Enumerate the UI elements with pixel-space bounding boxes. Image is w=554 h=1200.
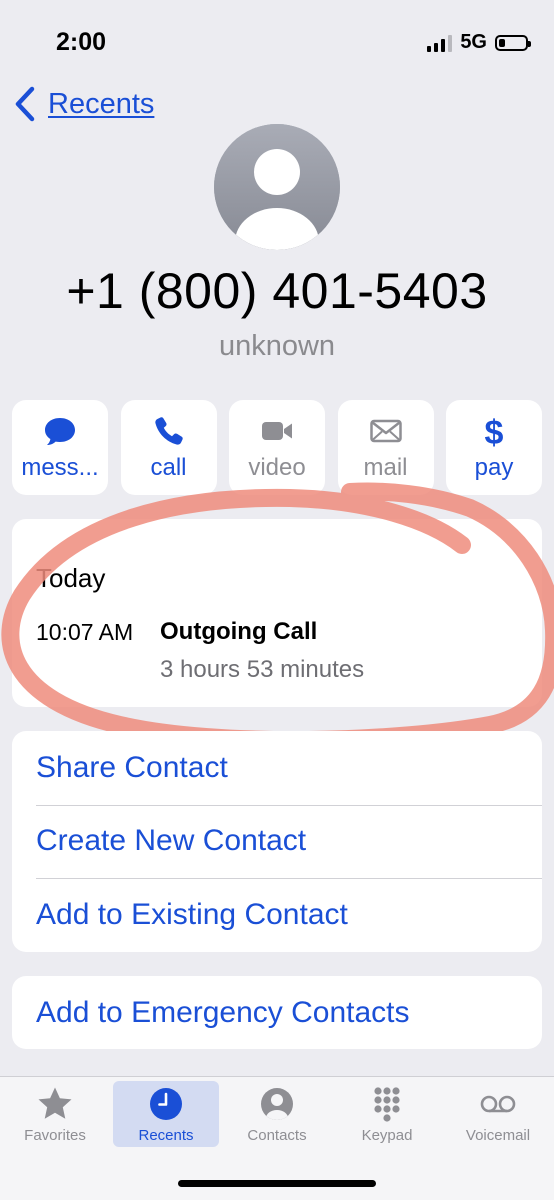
back-button[interactable]: Recents xyxy=(12,84,154,124)
contact-options: Share Contact Create New Contact Add to … xyxy=(12,731,542,952)
call-button[interactable]: call xyxy=(120,400,217,495)
star-icon xyxy=(38,1087,72,1119)
contact-avatar xyxy=(214,124,340,250)
call-day: Today xyxy=(36,563,106,593)
create-new-contact-button[interactable]: Create New Contact xyxy=(12,804,542,879)
status-time: 2:00 xyxy=(56,28,107,56)
quick-actions: mess... call video mail $ pay xyxy=(12,400,542,495)
mail-button[interactable]: mail xyxy=(337,400,434,495)
pay-button[interactable]: $ pay xyxy=(446,400,542,495)
add-to-emergency-contacts-button[interactable]: Add to Emergency Contacts xyxy=(12,976,542,1049)
phone-number: +1 (800) 401-5403 xyxy=(66,263,488,319)
tab-keypad[interactable]: Keypad xyxy=(334,1081,440,1147)
dollar-icon: $ xyxy=(485,414,504,448)
tab-voicemail[interactable]: Voicemail xyxy=(445,1081,551,1147)
envelope-icon xyxy=(369,419,402,443)
message-button[interactable]: mess... xyxy=(12,400,108,495)
add-to-existing-contact-button[interactable]: Add to Existing Contact xyxy=(12,878,542,952)
cellular-signal-icon xyxy=(427,34,453,52)
battery-icon xyxy=(495,34,531,51)
contact-detail-screen: 2:00 5G Recents +1 (800) 401-5403 unknow… xyxy=(0,0,554,1200)
tab-recents[interactable]: Recents xyxy=(113,1081,219,1147)
call-duration: 3 hours 53 minutes xyxy=(160,656,365,683)
home-indicator[interactable] xyxy=(178,1180,376,1187)
clock-icon xyxy=(150,1088,182,1120)
tab-contacts[interactable]: Contacts xyxy=(224,1081,330,1147)
recent-call-card: Today 10:07 AM Outgoing Call 3 hours 53 … xyxy=(12,519,542,707)
person-silhouette-icon xyxy=(214,124,340,250)
voicemail-icon xyxy=(480,1095,516,1113)
keypad-icon xyxy=(374,1087,400,1122)
tab-favorites[interactable]: Favorites xyxy=(2,1081,108,1147)
caller-label: unknown xyxy=(218,330,336,362)
person-circle-icon xyxy=(261,1088,293,1120)
battery-level xyxy=(499,38,505,47)
video-camera-icon xyxy=(262,422,292,440)
network-type: 5G xyxy=(460,31,487,53)
chevron-left-icon xyxy=(15,86,35,122)
call-time: 10:07 AM xyxy=(36,619,134,645)
video-button[interactable]: video xyxy=(229,400,325,495)
call-type: Outgoing Call xyxy=(160,618,318,645)
back-label: Recents xyxy=(48,87,155,120)
status-bar: 2:00 5G xyxy=(0,0,554,80)
status-indicators: 5G xyxy=(427,31,531,54)
share-contact-button[interactable]: Share Contact xyxy=(12,731,542,805)
phone-icon xyxy=(154,417,183,445)
message-bubble-icon xyxy=(45,418,75,445)
svg-text:$: $ xyxy=(485,414,504,448)
